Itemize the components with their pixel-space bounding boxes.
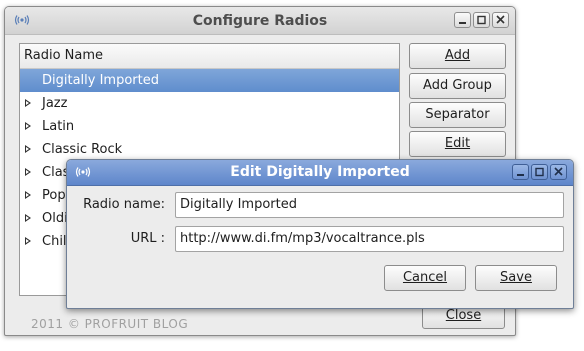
dialog-titlebar[interactable]: Edit Digitally Imported [67,160,573,186]
expander-arrow-icon[interactable] [25,237,31,245]
edit-button[interactable]: Edit [409,131,506,157]
save-button[interactable]: Save [475,265,557,291]
url-input[interactable]: http://www.di.fm/mp3/vocaltrance.pls [175,226,564,252]
list-item-label: Chil [42,234,67,249]
radio-name-input[interactable]: Digitally Imported [175,192,564,218]
save-button-label: Save [500,270,532,285]
main-window-title: Configure Radios [192,13,328,29]
url-label: URL : [130,231,165,246]
separator-button-label: Separator [425,107,490,122]
minimize-button[interactable] [454,12,471,28]
expander-arrow-icon[interactable] [25,168,31,176]
radio-name-label: Radio name: [83,197,165,212]
list-item-label: Jazz [42,96,68,111]
expander-arrow-icon[interactable] [25,214,31,222]
cancel-button[interactable]: Cancel [384,265,466,291]
list-item[interactable]: Digitally Imported [20,69,399,92]
list-item[interactable]: Classic Rock [20,138,399,161]
close-icon [496,15,505,24]
add-group-button[interactable]: Add Group [409,73,506,99]
add-group-button-label: Add Group [423,78,492,93]
edit-radio-dialog: Edit Digitally Imported Radio name: Digi… [66,159,574,309]
main-titlebar[interactable]: Configure Radios [5,7,515,35]
add-button-label: Add [444,48,471,63]
maximize-button[interactable] [473,12,490,28]
dialog-maximize-button[interactable] [531,164,548,180]
list-item-label: Pop [42,188,66,203]
dialog-minimize-button[interactable] [512,164,529,180]
cancel-button-label: Cancel [402,270,448,285]
minimize-icon [517,174,524,176]
maximize-icon [535,167,544,177]
column-header-radio-name[interactable]: Radio Name [20,44,399,69]
expander-arrow-icon[interactable] [25,145,31,153]
dialog-close-button[interactable] [550,164,567,180]
add-button[interactable]: Add [409,43,506,69]
watermark: 2011 © PROFRUIT BLOG [31,317,189,331]
list-item[interactable]: Jazz [20,92,399,115]
list-item-label: Digitally Imported [42,73,159,88]
close-window-button[interactable] [492,12,509,28]
separator-button[interactable]: Separator [409,102,506,128]
list-item-label: Latin [42,119,75,134]
list-item-label: Classic Rock [42,142,123,157]
maximize-icon [477,15,486,25]
expander-arrow-icon[interactable] [25,99,31,107]
dialog-title: Edit Digitally Imported [230,164,410,180]
list-item-label: Oldi [42,211,68,226]
expander-arrow-icon[interactable] [25,191,31,199]
list-item[interactable]: Latin [20,115,399,138]
minimize-icon [459,22,466,24]
close-icon [554,167,563,176]
expander-arrow-icon[interactable] [25,122,31,130]
close-button-label: Close [445,308,482,323]
edit-button-label: Edit [444,136,471,151]
